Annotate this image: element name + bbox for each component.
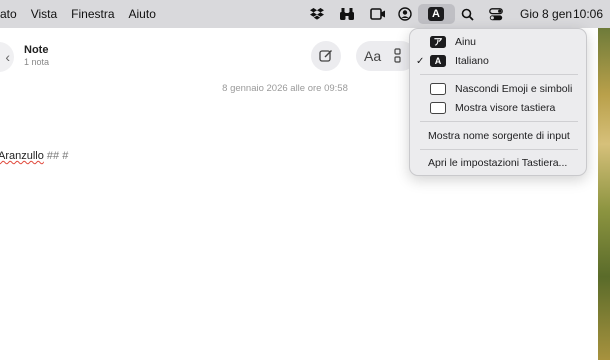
checkmark-icon: ✓: [416, 55, 425, 67]
menubar-time[interactable]: 10:06: [573, 7, 603, 21]
note-count: 1 nota: [24, 57, 50, 67]
menu-item-label: Ainu: [455, 36, 477, 48]
keyboard-viewer-icon: [430, 102, 446, 114]
menu-item-ainu[interactable]: ア Ainu: [410, 33, 588, 51]
menu-separator: [420, 121, 578, 122]
menu-item-label: Italiano: [455, 55, 489, 67]
menu-separator: [420, 149, 578, 150]
menu-item-italiano[interactable]: ✓ A Italiano: [410, 52, 588, 70]
menu-item-label: Nascondi Emoji e simboli: [455, 83, 573, 95]
search-icon[interactable]: [459, 5, 475, 23]
user-circle-icon[interactable]: [397, 5, 413, 23]
binoculars-icon[interactable]: [338, 5, 356, 23]
menu-item-app[interactable]: ato: [0, 7, 24, 21]
input-source-icon: A: [428, 7, 444, 21]
new-note-button[interactable]: [311, 41, 341, 71]
menu-item-label: Apri le impostazioni Tastiera...: [428, 157, 568, 169]
menu-separator: [420, 74, 578, 75]
screen-record-icon[interactable]: [369, 5, 387, 23]
menu-item-hide-emoji[interactable]: Nascondi Emoji e simboli: [410, 80, 588, 98]
note-body[interactable]: Aranzullo ## #: [0, 150, 68, 162]
control-center-icon[interactable]: [488, 5, 504, 23]
italian-keyboard-icon: A: [430, 55, 446, 67]
ainu-keyboard-icon: ア: [430, 36, 446, 48]
format-button[interactable]: Aa: [356, 41, 416, 71]
note-body-rest: ## #: [43, 150, 69, 162]
folder-title: Note: [24, 44, 49, 56]
menu-item-keyboard-settings[interactable]: Apri le impostazioni Tastiera...: [410, 154, 588, 172]
menu-item-keyboard-viewer[interactable]: Mostra visore tastiera: [410, 99, 588, 117]
menubar-date[interactable]: Gio 8 gen: [520, 7, 572, 21]
format-label: Aa: [364, 48, 382, 64]
back-button[interactable]: ‹: [0, 42, 14, 72]
menu-item-vista[interactable]: Vista: [24, 7, 64, 21]
menu-item-label: Mostra nome sorgente di input: [428, 130, 570, 142]
menu-item-label: Mostra visore tastiera: [455, 102, 556, 114]
menu-item-finestra[interactable]: Finestra: [64, 7, 121, 21]
checklist-icon[interactable]: [394, 48, 404, 69]
chevron-left-icon: ‹: [5, 49, 10, 65]
input-source-menu: ア Ainu ✓ A Italiano Nascondi Emoji e sim…: [409, 28, 587, 176]
menu-item-show-source-name[interactable]: Mostra nome sorgente di input: [410, 127, 588, 145]
dropbox-icon[interactable]: [309, 5, 325, 23]
emoji-viewer-icon: [430, 83, 446, 95]
desktop-wallpaper: [598, 28, 610, 360]
app-menus: ato Vista Finestra Aiuto: [0, 7, 163, 21]
menu-bar: ato Vista Finestra Aiuto: [0, 0, 610, 28]
misspelled-word: Aranzullo: [0, 150, 44, 162]
menu-item-aiuto[interactable]: Aiuto: [122, 7, 163, 21]
compose-icon: [319, 50, 332, 62]
